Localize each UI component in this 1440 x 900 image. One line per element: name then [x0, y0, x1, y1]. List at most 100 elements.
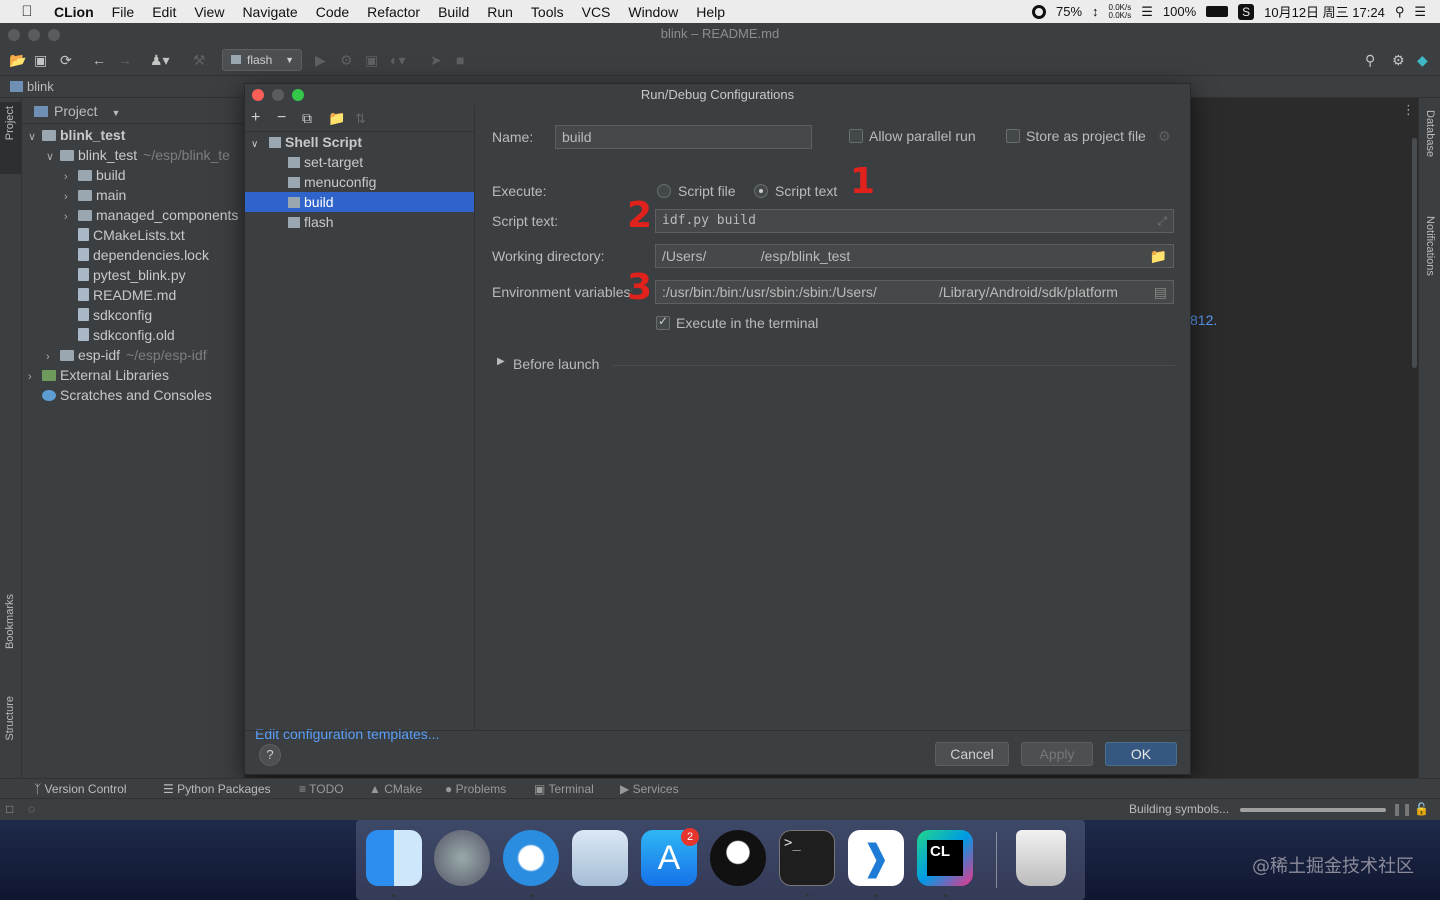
coverage-icon[interactable]: ▣: [365, 52, 378, 69]
script-text-radio[interactable]: [754, 184, 768, 198]
tab-services[interactable]: ▶ Services: [620, 779, 679, 799]
terminal-icon[interactable]: >_: [779, 830, 835, 886]
run-config-selector[interactable]: flash ▼: [222, 49, 302, 71]
tab-todo[interactable]: ≡ TODO: [299, 779, 344, 799]
tree-row[interactable]: ∨ blink_test: [22, 125, 125, 145]
store-as-project-file-checkbox[interactable]: [1006, 129, 1020, 143]
script-text-input[interactable]: idf.py build ⤢: [655, 209, 1174, 233]
breadcrumb-label[interactable]: blink: [27, 79, 54, 94]
tab-terminal[interactable]: ▣ Terminal: [534, 779, 594, 799]
config-item-set-target[interactable]: set-target: [245, 152, 474, 172]
tree-row[interactable]: › External Libraries: [22, 365, 169, 385]
project-view-selector[interactable]: Project: [54, 103, 98, 119]
menu-vcs[interactable]: VCS: [573, 4, 620, 20]
cpu-ring-icon[interactable]: [1032, 4, 1046, 19]
apple-icon[interactable]: : [0, 3, 54, 20]
menu-file[interactable]: File: [103, 4, 144, 20]
chevron-down-icon[interactable]: ∨: [46, 147, 60, 167]
menu-refactor[interactable]: Refactor: [358, 4, 429, 20]
config-item-menuconfig[interactable]: menuconfig: [245, 172, 474, 192]
safari-icon[interactable]: [503, 830, 559, 886]
stop-icon[interactable]: ■: [456, 52, 464, 68]
chevron-right-icon[interactable]: ›: [46, 347, 60, 367]
execute-in-terminal-label[interactable]: Execute in the terminal: [676, 315, 818, 331]
run-icon[interactable]: ▶: [315, 52, 326, 69]
dialog-zoom-button[interactable]: [292, 89, 304, 101]
notifications-tool-tab[interactable]: Notifications: [1424, 216, 1436, 276]
tree-row[interactable]: Scratches and Consoles: [22, 385, 212, 405]
control-center-icon[interactable]: ☰: [1414, 4, 1426, 20]
zoom-window-button[interactable]: [48, 29, 60, 41]
lock-icon[interactable]: 🔓: [1414, 799, 1429, 820]
finder-icon[interactable]: [366, 830, 422, 886]
tree-row[interactable]: › esp-idf ~/esp/esp-idf: [22, 345, 207, 365]
tab-cmake[interactable]: ▲ CMake: [369, 779, 422, 799]
layout-toggle-icon[interactable]: □: [6, 799, 13, 820]
environment-variables-input[interactable]: :/usr/bin:/bin:/usr/sbin:/sbin:/Users/ /…: [655, 280, 1174, 304]
input-method-icon[interactable]: S: [1238, 3, 1255, 20]
menu-run[interactable]: Run: [478, 4, 522, 20]
tree-row[interactable]: CMakeLists.txt: [22, 225, 185, 245]
chevron-right-icon[interactable]: ›: [28, 367, 42, 387]
project-tool-tab[interactable]: Project: [4, 106, 16, 140]
settings-gear-icon[interactable]: ⚙: [1392, 52, 1405, 69]
config-item-build[interactable]: build: [245, 192, 474, 212]
help-button[interactable]: ?: [259, 744, 281, 766]
execute-in-terminal-checkbox[interactable]: [656, 314, 670, 330]
config-item-flash[interactable]: flash: [245, 212, 474, 232]
menu-navigate[interactable]: Navigate: [233, 4, 306, 20]
tree-row[interactable]: › main: [22, 185, 126, 205]
pause-icon[interactable]: ❚❚: [1392, 799, 1412, 820]
allow-parallel-run-label[interactable]: Allow parallel run: [869, 128, 976, 144]
menu-view[interactable]: View: [185, 4, 233, 20]
tree-row[interactable]: › managed_components: [22, 205, 238, 225]
minimize-window-button[interactable]: [28, 29, 40, 41]
bookmarks-tool-tab[interactable]: Bookmarks: [4, 594, 16, 649]
vscode-icon[interactable]: ❱: [848, 830, 904, 886]
gear-icon[interactable]: ⚙: [1158, 128, 1171, 145]
battery-icon[interactable]: [1206, 6, 1229, 17]
dialog-close-button[interactable]: [252, 89, 264, 101]
structure-tool-tab[interactable]: Structure: [4, 696, 16, 741]
tree-row[interactable]: › build: [22, 165, 126, 185]
ok-button[interactable]: OK: [1105, 742, 1177, 766]
edit-env-icon[interactable]: ▤: [1153, 281, 1167, 303]
chevron-right-icon[interactable]: ›: [64, 207, 78, 227]
mail-icon[interactable]: [572, 830, 628, 886]
debug-icon[interactable]: ⚙: [340, 52, 353, 69]
jetbrains-toolbox-icon[interactable]: ◆: [1417, 52, 1428, 69]
script-file-label[interactable]: Script file: [678, 183, 736, 199]
chevron-down-icon[interactable]: ▼: [111, 108, 120, 118]
background-tasks-icon[interactable]: ◌: [28, 799, 35, 820]
working-directory-input[interactable]: /Users/ /esp/blink_test 📁: [655, 244, 1174, 268]
menu-app-name[interactable]: CLion: [54, 4, 103, 20]
cancel-button[interactable]: Cancel: [935, 742, 1009, 766]
trash-icon[interactable]: [1016, 830, 1066, 886]
build-hammer-icon[interactable]: ⚒: [193, 52, 206, 69]
chevron-right-icon[interactable]: ›: [64, 187, 78, 207]
qq-icon[interactable]: [710, 830, 766, 886]
menu-code[interactable]: Code: [307, 4, 358, 20]
sort-configs-icon[interactable]: ⇅: [355, 111, 366, 127]
dialog-minimize-button[interactable]: [272, 89, 284, 101]
chevron-right-icon[interactable]: ▶: [497, 356, 505, 367]
tab-problems[interactable]: ● Problems: [445, 779, 506, 799]
vcs-user-icon[interactable]: ♟▾: [150, 52, 170, 69]
tree-row[interactable]: pytest_blink.py: [22, 265, 186, 285]
editor-area[interactable]: 812. ⋮: [1190, 98, 1418, 778]
close-window-button[interactable]: [8, 29, 20, 41]
search-everywhere-icon[interactable]: ⚲: [1365, 52, 1375, 69]
clion-icon[interactable]: CL: [917, 830, 973, 886]
menu-window[interactable]: Window: [619, 4, 687, 20]
tree-row[interactable]: sdkconfig.old: [22, 325, 175, 345]
datetime[interactable]: 10月12日 周三 17:24: [1264, 2, 1385, 21]
tree-row[interactable]: dependencies.lock: [22, 245, 209, 265]
tab-version-control[interactable]: ᛉ Version Control: [34, 779, 127, 799]
forward-arrow-icon[interactable]: →: [118, 52, 132, 68]
tree-row[interactable]: README.md: [22, 285, 176, 305]
menu-help[interactable]: Help: [687, 4, 734, 20]
copy-config-icon[interactable]: ⧉: [302, 110, 312, 127]
menu-build[interactable]: Build: [429, 4, 478, 20]
wifi-icon[interactable]: ☰: [1141, 4, 1153, 20]
menu-edit[interactable]: Edit: [143, 4, 185, 20]
